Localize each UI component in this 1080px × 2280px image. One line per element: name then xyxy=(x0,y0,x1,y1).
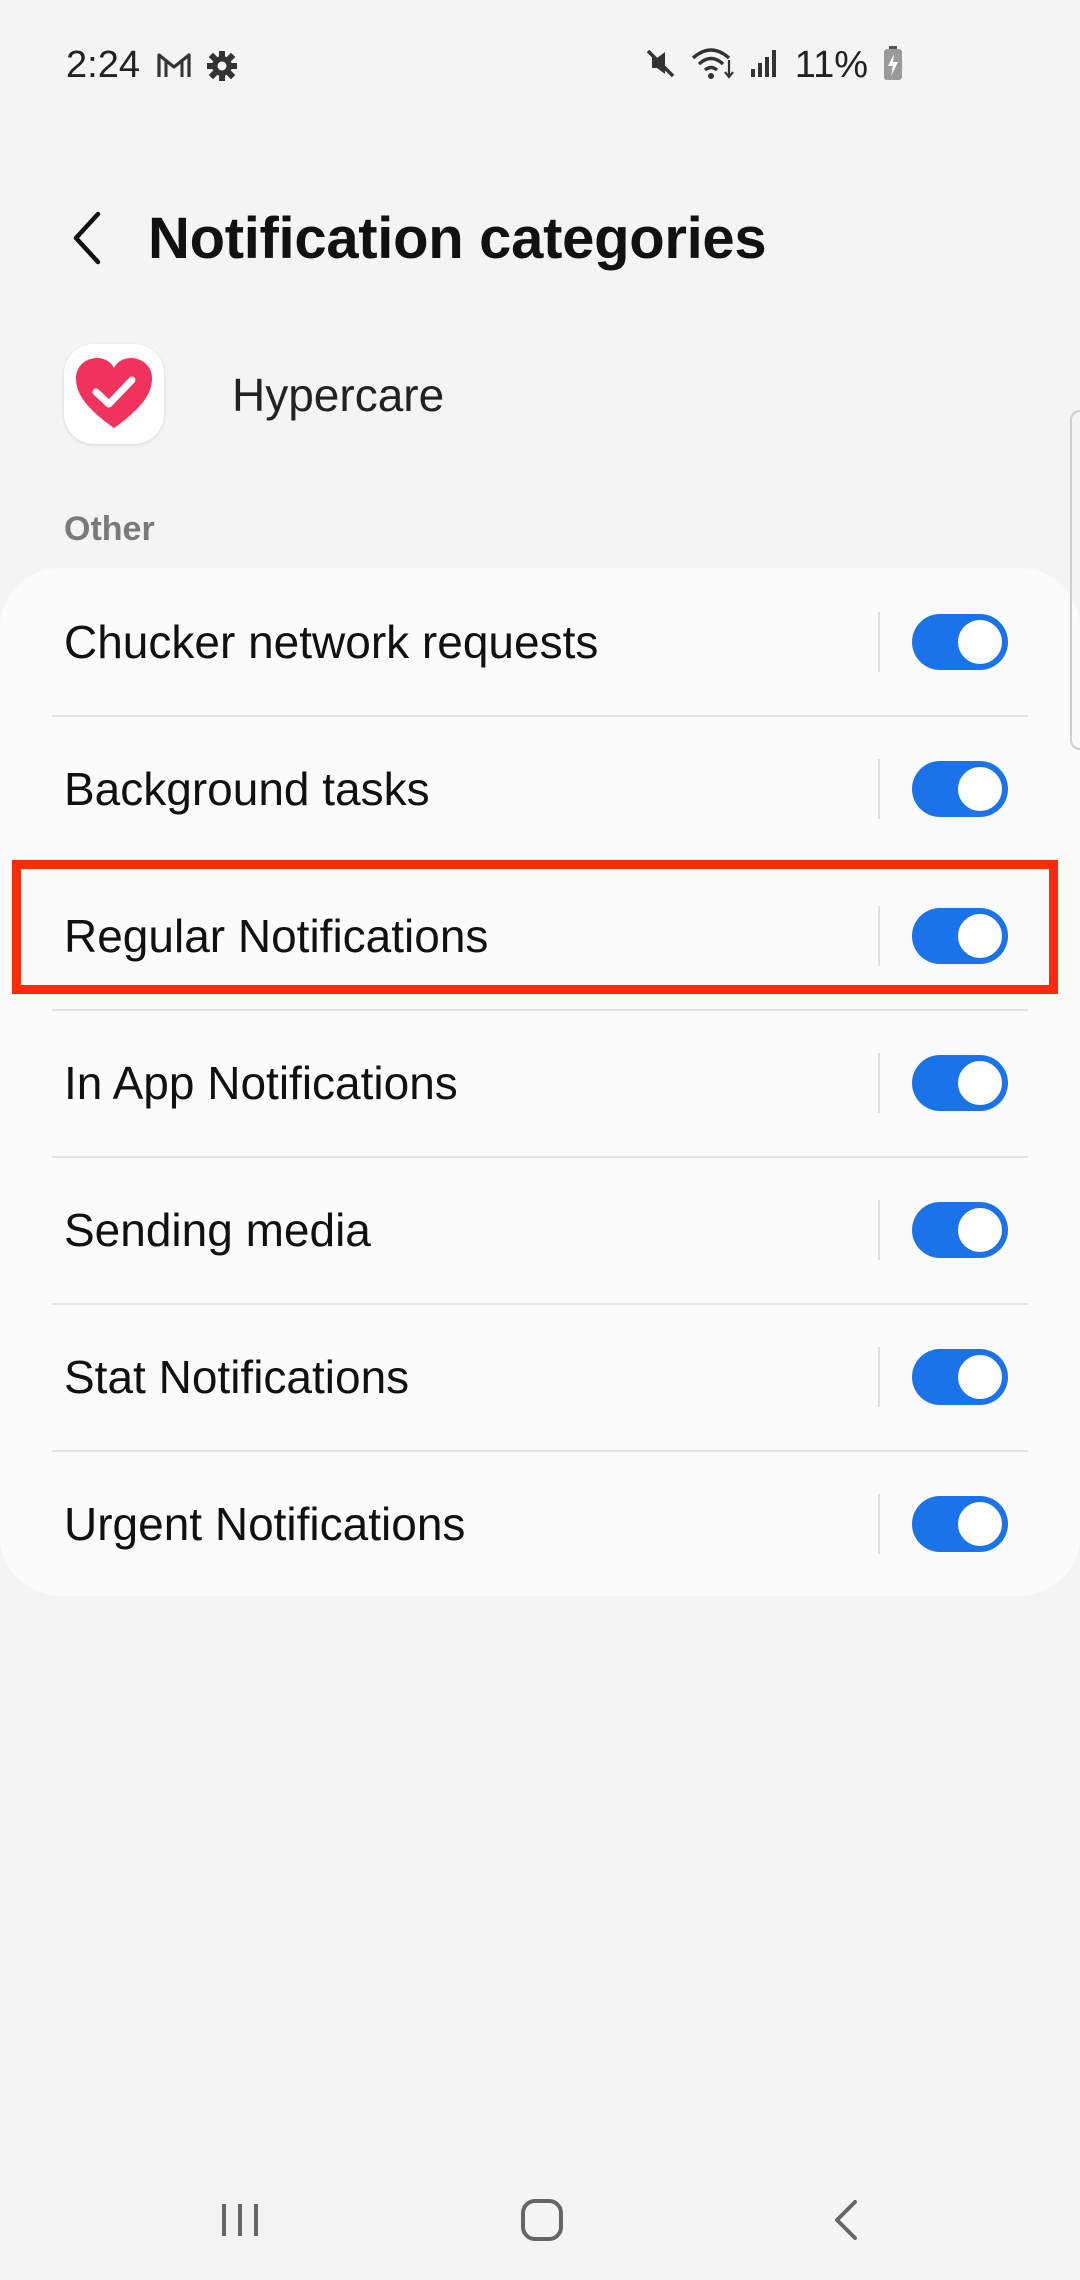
toggle-knob xyxy=(956,1059,1004,1107)
category-row-background-tasks[interactable]: Background tasks xyxy=(0,715,1080,862)
category-row-chucker-network-requests[interactable]: Chucker network requests xyxy=(0,568,1080,715)
divider xyxy=(878,1494,880,1554)
category-toggle[interactable] xyxy=(912,1349,1008,1405)
gmail-icon xyxy=(156,50,192,87)
toggle-knob xyxy=(956,618,1004,666)
category-label: Background tasks xyxy=(64,762,430,815)
category-label: Sending media xyxy=(64,1203,371,1256)
toggle-knob xyxy=(956,1500,1004,1548)
category-row-sending-media[interactable]: Sending media xyxy=(0,1156,1080,1303)
scroll-indicator xyxy=(1070,410,1080,750)
toggle-knob xyxy=(956,1353,1004,1401)
recent-apps-button[interactable] xyxy=(200,2190,280,2250)
category-row-stat-notifications[interactable]: Stat Notifications xyxy=(0,1303,1080,1450)
wifi-icon xyxy=(691,46,735,85)
divider xyxy=(878,1053,880,1113)
category-label: Urgent Notifications xyxy=(64,1497,466,1550)
settings-gear-icon xyxy=(206,50,238,87)
app-icon xyxy=(64,344,164,444)
category-label: In App Notifications xyxy=(64,1056,458,1109)
section-label: Other xyxy=(64,510,155,548)
back-icon xyxy=(835,2200,857,2240)
category-row-regular-notifications[interactable]: Regular Notifications xyxy=(0,862,1080,1009)
page-title: Notification categories xyxy=(148,206,767,271)
category-toggle[interactable] xyxy=(912,1496,1008,1552)
heart-check-icon xyxy=(76,358,152,428)
nav-back-button[interactable] xyxy=(806,2190,886,2250)
divider xyxy=(878,906,880,966)
category-label: Chucker network requests xyxy=(64,615,599,668)
category-toggle[interactable] xyxy=(912,1055,1008,1111)
category-label: Regular Notifications xyxy=(64,909,489,962)
recent-apps-icon xyxy=(222,2204,258,2236)
status-time: 2:24 xyxy=(66,44,140,86)
divider xyxy=(878,759,880,819)
navigation-bar xyxy=(0,2160,1080,2280)
category-row-urgent-notifications[interactable]: Urgent Notifications xyxy=(0,1450,1080,1597)
toggle-knob xyxy=(956,765,1004,813)
category-label: Stat Notifications xyxy=(64,1350,410,1403)
category-row-in-app-notifications[interactable]: In App Notifications xyxy=(0,1009,1080,1156)
toggle-knob xyxy=(956,1206,1004,1254)
category-toggle[interactable] xyxy=(912,1202,1008,1258)
toggle-knob xyxy=(956,912,1004,960)
back-button[interactable] xyxy=(56,206,116,270)
status-bar: 2:24 11% xyxy=(0,0,1080,136)
home-button[interactable] xyxy=(502,2190,582,2250)
notification-categories-screen: 2:24 11% Notification categories Hyperca… xyxy=(0,0,1080,2280)
mute-icon xyxy=(643,46,677,85)
battery-percentage: 11% xyxy=(794,44,868,86)
home-icon xyxy=(521,2199,563,2241)
categories-card: Chucker network requests Background task… xyxy=(0,568,1080,1596)
chevron-left-icon xyxy=(73,211,101,265)
battery-charging-icon xyxy=(882,45,904,86)
category-toggle[interactable] xyxy=(912,761,1008,817)
divider xyxy=(878,1347,880,1407)
category-toggle[interactable] xyxy=(912,908,1008,964)
app-name: Hypercare xyxy=(232,369,445,421)
divider xyxy=(878,1200,880,1260)
divider xyxy=(878,612,880,672)
signal-icon xyxy=(749,47,781,84)
category-toggle[interactable] xyxy=(912,614,1008,670)
